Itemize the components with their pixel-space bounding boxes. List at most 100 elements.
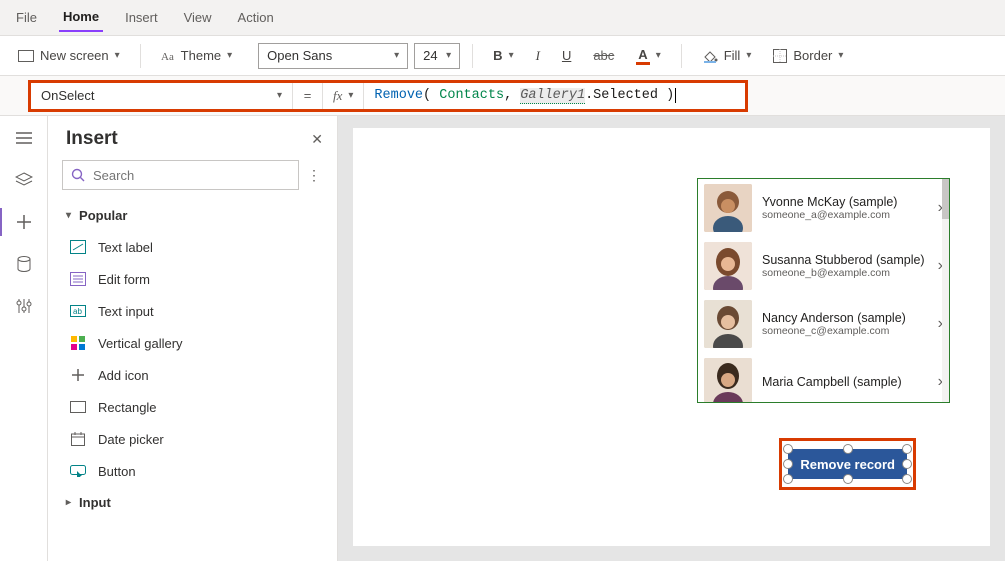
formula-bar-area: OnSelect ▾ = fx ▾ Remove( Contacts, Gall… xyxy=(0,76,1005,116)
item-label: Date picker xyxy=(98,432,164,447)
insert-panel: Insert ✕ ⋮ ▾ Popular Text label xyxy=(48,116,338,561)
insert-button[interactable]: Button xyxy=(48,455,337,487)
insert-vertical-gallery[interactable]: Vertical gallery xyxy=(48,327,337,359)
item-label: Rectangle xyxy=(98,400,157,415)
separator xyxy=(472,44,473,68)
chevron-down-icon: ▾ xyxy=(66,210,71,221)
more-icon[interactable]: ⋮ xyxy=(307,167,323,184)
italic-button[interactable]: I xyxy=(528,44,548,68)
resize-handle[interactable] xyxy=(783,474,793,484)
property-value: OnSelect xyxy=(41,88,94,103)
gallery-item[interactable]: Yvonne McKay (sample)someone_a@example.c… xyxy=(698,179,949,237)
svg-text:Aa: Aa xyxy=(161,51,174,63)
chevron-down-icon: ▾ xyxy=(838,50,843,61)
avatar xyxy=(704,300,752,348)
text-input-icon: ab xyxy=(70,303,86,319)
font-size-select[interactable]: 24 ▾ xyxy=(414,43,460,69)
avatar xyxy=(704,358,752,403)
insert-list: ▾ Popular Text label Edit form ab Text i… xyxy=(48,200,337,561)
insert-text-input[interactable]: ab Text input xyxy=(48,295,337,327)
gallery-icon xyxy=(70,335,86,351)
main-area: Insert ✕ ⋮ ▾ Popular Text label xyxy=(0,116,1005,561)
menu-bar: File Home Insert View Action xyxy=(0,0,1005,36)
item-label: Text label xyxy=(98,240,153,255)
insert-rectangle[interactable]: Rectangle xyxy=(48,391,337,423)
contact-name: Nancy Anderson (sample) xyxy=(762,311,943,325)
group-input[interactable]: ▾ Input xyxy=(48,487,337,518)
underline-button[interactable]: U xyxy=(554,44,579,67)
gallery-control[interactable]: Yvonne McKay (sample)someone_a@example.c… xyxy=(697,178,950,403)
formula-input[interactable]: Remove( Contacts, Gallery1.Selected )​ xyxy=(364,88,676,103)
button-text: Remove record xyxy=(800,457,895,472)
font-color-button[interactable]: A ▾ xyxy=(628,43,668,69)
text-cursor: ​ xyxy=(675,88,676,103)
search-icon xyxy=(71,168,85,182)
menu-view[interactable]: View xyxy=(180,4,216,31)
menu-insert[interactable]: Insert xyxy=(121,4,162,31)
text-label-icon xyxy=(70,239,86,255)
theme-button[interactable]: Aa Theme ▾ xyxy=(153,44,241,67)
bold-button[interactable]: B▾ xyxy=(485,44,521,67)
insert-add-icon[interactable]: Add icon xyxy=(48,359,337,391)
item-label: Add icon xyxy=(98,368,149,383)
font-select[interactable]: Open Sans ▾ xyxy=(258,43,408,69)
property-select[interactable]: OnSelect ▾ xyxy=(31,83,293,109)
rectangle-icon xyxy=(70,399,86,415)
screen[interactable]: Yvonne McKay (sample)someone_a@example.c… xyxy=(353,128,990,546)
scrollbar[interactable] xyxy=(942,179,949,402)
menu-file[interactable]: File xyxy=(12,4,41,31)
contact-email: someone_b@example.com xyxy=(762,267,943,279)
close-icon[interactable]: ✕ xyxy=(311,131,323,148)
item-label: Edit form xyxy=(98,272,150,287)
fx-icon[interactable]: fx xyxy=(323,88,348,104)
rail-data[interactable] xyxy=(14,254,34,274)
resize-handle[interactable] xyxy=(902,459,912,469)
insert-date-picker[interactable]: Date picker xyxy=(48,423,337,455)
scrollbar-thumb[interactable] xyxy=(942,179,949,219)
gallery-item[interactable]: Maria Campbell (sample) › xyxy=(698,353,949,403)
resize-handle[interactable] xyxy=(783,444,793,454)
item-label: Vertical gallery xyxy=(98,336,183,351)
fill-button[interactable]: Fill ▾ xyxy=(694,44,760,67)
avatar xyxy=(704,184,752,232)
item-label: Text input xyxy=(98,304,154,319)
resize-handle[interactable] xyxy=(902,474,912,484)
group-popular[interactable]: ▾ Popular xyxy=(48,200,337,231)
rail-layers[interactable] xyxy=(14,170,34,190)
contact-email: someone_a@example.com xyxy=(762,209,943,221)
resize-handle[interactable] xyxy=(902,444,912,454)
rail-tree-view[interactable] xyxy=(14,128,34,148)
new-screen-label: New screen xyxy=(40,48,109,63)
resize-handle[interactable] xyxy=(843,474,853,484)
insert-edit-form[interactable]: Edit form xyxy=(48,263,337,295)
gallery-item[interactable]: Nancy Anderson (sample)someone_c@example… xyxy=(698,295,949,353)
theme-icon: Aa xyxy=(161,49,175,63)
gallery-item[interactable]: Susanna Stubberod (sample)someone_b@exam… xyxy=(698,237,949,295)
canvas[interactable]: Yvonne McKay (sample)someone_a@example.c… xyxy=(338,116,1005,561)
resize-handle[interactable] xyxy=(783,459,793,469)
rail-insert[interactable] xyxy=(14,212,34,232)
new-screen-button[interactable]: New screen ▾ xyxy=(10,44,128,67)
remove-record-button[interactable]: Remove record xyxy=(788,449,907,479)
menu-home[interactable]: Home xyxy=(59,3,103,32)
strike-button[interactable]: abc xyxy=(585,44,622,67)
contact-name: Maria Campbell (sample) xyxy=(762,375,943,389)
fill-label: Fill xyxy=(724,48,741,63)
chevron-right-icon: ▾ xyxy=(63,500,74,505)
chevron-down-icon: ▾ xyxy=(746,50,751,61)
search-field[interactable] xyxy=(93,168,290,183)
search-input[interactable] xyxy=(62,160,299,190)
insert-text-label[interactable]: Text label xyxy=(48,231,337,263)
menu-action[interactable]: Action xyxy=(234,4,278,31)
resize-handle[interactable] xyxy=(843,444,853,454)
formula-bar-highlight: OnSelect ▾ = fx ▾ Remove( Contacts, Gall… xyxy=(28,80,748,112)
group-label: Input xyxy=(79,495,111,510)
chevron-down-icon[interactable]: ▾ xyxy=(348,83,364,109)
chevron-down-icon: ▾ xyxy=(277,90,282,101)
border-button[interactable]: Border ▾ xyxy=(765,44,851,67)
separator xyxy=(681,44,682,68)
left-rail xyxy=(0,116,48,561)
chevron-down-icon: ▾ xyxy=(115,50,120,61)
rail-settings[interactable] xyxy=(14,296,34,316)
item-label: Button xyxy=(98,464,136,479)
